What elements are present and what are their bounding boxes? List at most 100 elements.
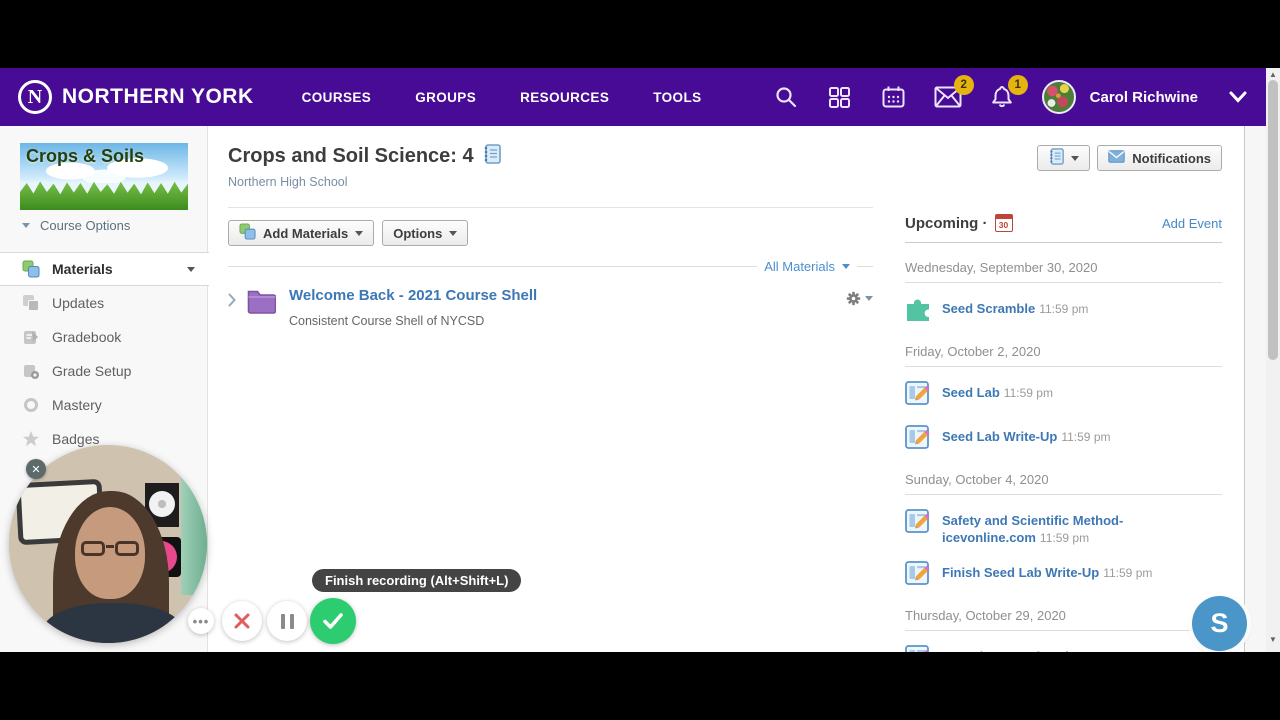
user-avatar[interactable] [1041, 80, 1076, 114]
search-icon[interactable] [772, 83, 800, 111]
event-link[interactable]: Seed Lab Write-Up [942, 429, 1057, 444]
divider [857, 266, 873, 267]
assignment-icon [905, 644, 931, 652]
primary-nav: COURSES GROUPS RESOURCES TOOLS [302, 90, 702, 105]
page-gutter [1245, 126, 1266, 652]
folder-title-link[interactable]: Welcome Back - 2021 Course Shell [289, 287, 537, 304]
expand-folder-icon[interactable] [228, 293, 236, 312]
assignment-icon [905, 380, 931, 411]
folder-gear-menu[interactable] [846, 291, 873, 306]
calendar-day: 30 [998, 220, 1009, 230]
gradebook-icon [22, 328, 40, 346]
user-name[interactable]: Carol Richwine [1090, 89, 1198, 106]
materials-filter[interactable]: All Materials [764, 259, 835, 274]
event-row: Seed Scramble 11:59 pm [905, 296, 1222, 327]
materials-icon [22, 260, 40, 278]
materials-filter-row: All Materials [228, 259, 873, 274]
sidebar-item-grade-setup[interactable]: Grade Setup [0, 354, 209, 388]
recorder-more-button[interactable]: ••• [188, 608, 214, 634]
assignment-icon [905, 424, 931, 455]
folder-icon[interactable] [246, 288, 277, 320]
calendar-icon[interactable] [880, 83, 908, 111]
event-date-header: Friday, October 2, 2020 [905, 344, 1222, 367]
envelope-icon [1108, 150, 1125, 166]
notifications-bell-icon[interactable]: 1 [988, 75, 1028, 111]
event-row: Seed Lab 11:59 pm [905, 380, 1222, 411]
add-materials-label: Add Materials [263, 225, 349, 241]
notebook-icon [482, 144, 501, 169]
brand-name: NORTHERN YORK [62, 85, 254, 108]
sidebar-item-gradebook[interactable]: Gradebook [0, 320, 209, 354]
chevron-down-icon [1071, 155, 1080, 161]
sidebar-item-label: Updates [52, 295, 105, 311]
sidebar-item-label: Mastery [52, 397, 102, 413]
letterbox-top [0, 0, 1280, 68]
nav-groups[interactable]: GROUPS [415, 90, 476, 105]
scroll-down-arrow[interactable]: ▼ [1266, 635, 1280, 644]
assignment-icon [905, 560, 931, 591]
browser-page: N NORTHERN YORK COURSES GROUPS RESOURCES… [0, 68, 1280, 652]
folder-description: Consistent Course Shell of NYCSD [289, 314, 485, 328]
course-banner-image[interactable]: Crops & Soils [20, 143, 188, 210]
add-materials-icon [239, 223, 256, 243]
material-folder-row: Welcome Back - 2021 Course Shell Consist… [228, 287, 873, 328]
event-time: 11:59 pm [1103, 566, 1153, 580]
nav-tools[interactable]: TOOLS [653, 90, 701, 105]
sidebar-item-label: Gradebook [52, 329, 122, 345]
sidebar-item-mastery[interactable]: Mastery [0, 388, 209, 422]
recorder-cancel-button[interactable] [222, 601, 262, 641]
badges-icon [22, 430, 40, 448]
scroll-up-arrow[interactable]: ▲ [1266, 70, 1280, 79]
options-button[interactable]: Options [382, 220, 469, 246]
course-dashboard-button[interactable] [1037, 145, 1091, 171]
header-actions: 2 1 Carol Richwine [772, 75, 1252, 114]
user-menu-chevron-icon[interactable] [1224, 83, 1252, 111]
scrollbar-thumb[interactable] [1268, 80, 1278, 360]
event-link[interactable]: Seed Lab [942, 385, 1000, 400]
event-time: 11:59 pm [1039, 531, 1090, 545]
check-icon [323, 613, 343, 629]
course-main: Crops and Soil Science: 4 Northern High … [228, 144, 873, 328]
event-time: 11:59 pm [1039, 302, 1089, 316]
app-grid-icon[interactable] [826, 83, 854, 111]
event-link[interactable]: Seed Scramble [942, 301, 1035, 316]
brand-logo[interactable]: N NORTHERN YORK [18, 80, 254, 114]
recorder-finish-button[interactable] [310, 598, 356, 644]
sidebar-item-materials[interactable]: Materials [0, 252, 209, 286]
messages-badge: 2 [953, 75, 974, 95]
brand-n-icon: N [18, 80, 52, 114]
screencastify-bubble[interactable]: S [1192, 596, 1247, 651]
notifications-button[interactable]: Notifications [1097, 145, 1222, 171]
event-link[interactable]: Safety and Scientific Method- icevonline… [942, 513, 1123, 545]
calendar-30-icon[interactable]: 30 [994, 214, 1013, 232]
add-materials-button[interactable]: Add Materials [228, 220, 375, 246]
messages-icon[interactable]: 2 [934, 75, 974, 111]
event-date-header: Wednesday, September 30, 2020 [905, 260, 1222, 283]
nav-resources[interactable]: RESOURCES [520, 90, 609, 105]
screen: N NORTHERN YORK COURSES GROUPS RESOURCES… [0, 0, 1280, 720]
add-event-link[interactable]: Add Event [1162, 216, 1222, 231]
chevron-down-icon [449, 230, 458, 236]
recorder-pause-button[interactable] [267, 601, 307, 641]
alerts-badge: 1 [1007, 75, 1028, 95]
grade-setup-icon [22, 362, 40, 380]
nav-courses[interactable]: COURSES [302, 90, 372, 105]
course-options-toggle[interactable]: Course Options [22, 218, 130, 233]
sidebar-item-updates[interactable]: Updates [0, 286, 209, 320]
school-link[interactable]: Northern High School [228, 175, 348, 189]
divider [228, 207, 873, 208]
app-header: N NORTHERN YORK COURSES GROUPS RESOURCES… [0, 68, 1266, 126]
divider [228, 266, 758, 267]
assignment-icon [905, 508, 931, 539]
event-link[interactable]: Finish Seed Lab Write-Up [942, 565, 1099, 580]
webcam-close-button[interactable]: ✕ [26, 459, 46, 479]
event-row: Greenhouse Lab Write Up11:59 pm [905, 644, 1222, 652]
sidebar-item-label: Badges [52, 431, 100, 447]
chevron-down-icon[interactable] [842, 264, 850, 269]
upcoming-title: Upcoming · [905, 214, 988, 232]
chevron-down-icon [22, 223, 30, 228]
scrollbar[interactable]: ▲ ▼ [1266, 68, 1280, 652]
banner-grass [20, 181, 188, 210]
webcam-person-glasses [81, 541, 139, 557]
sidebar-item-label: Grade Setup [52, 363, 132, 379]
